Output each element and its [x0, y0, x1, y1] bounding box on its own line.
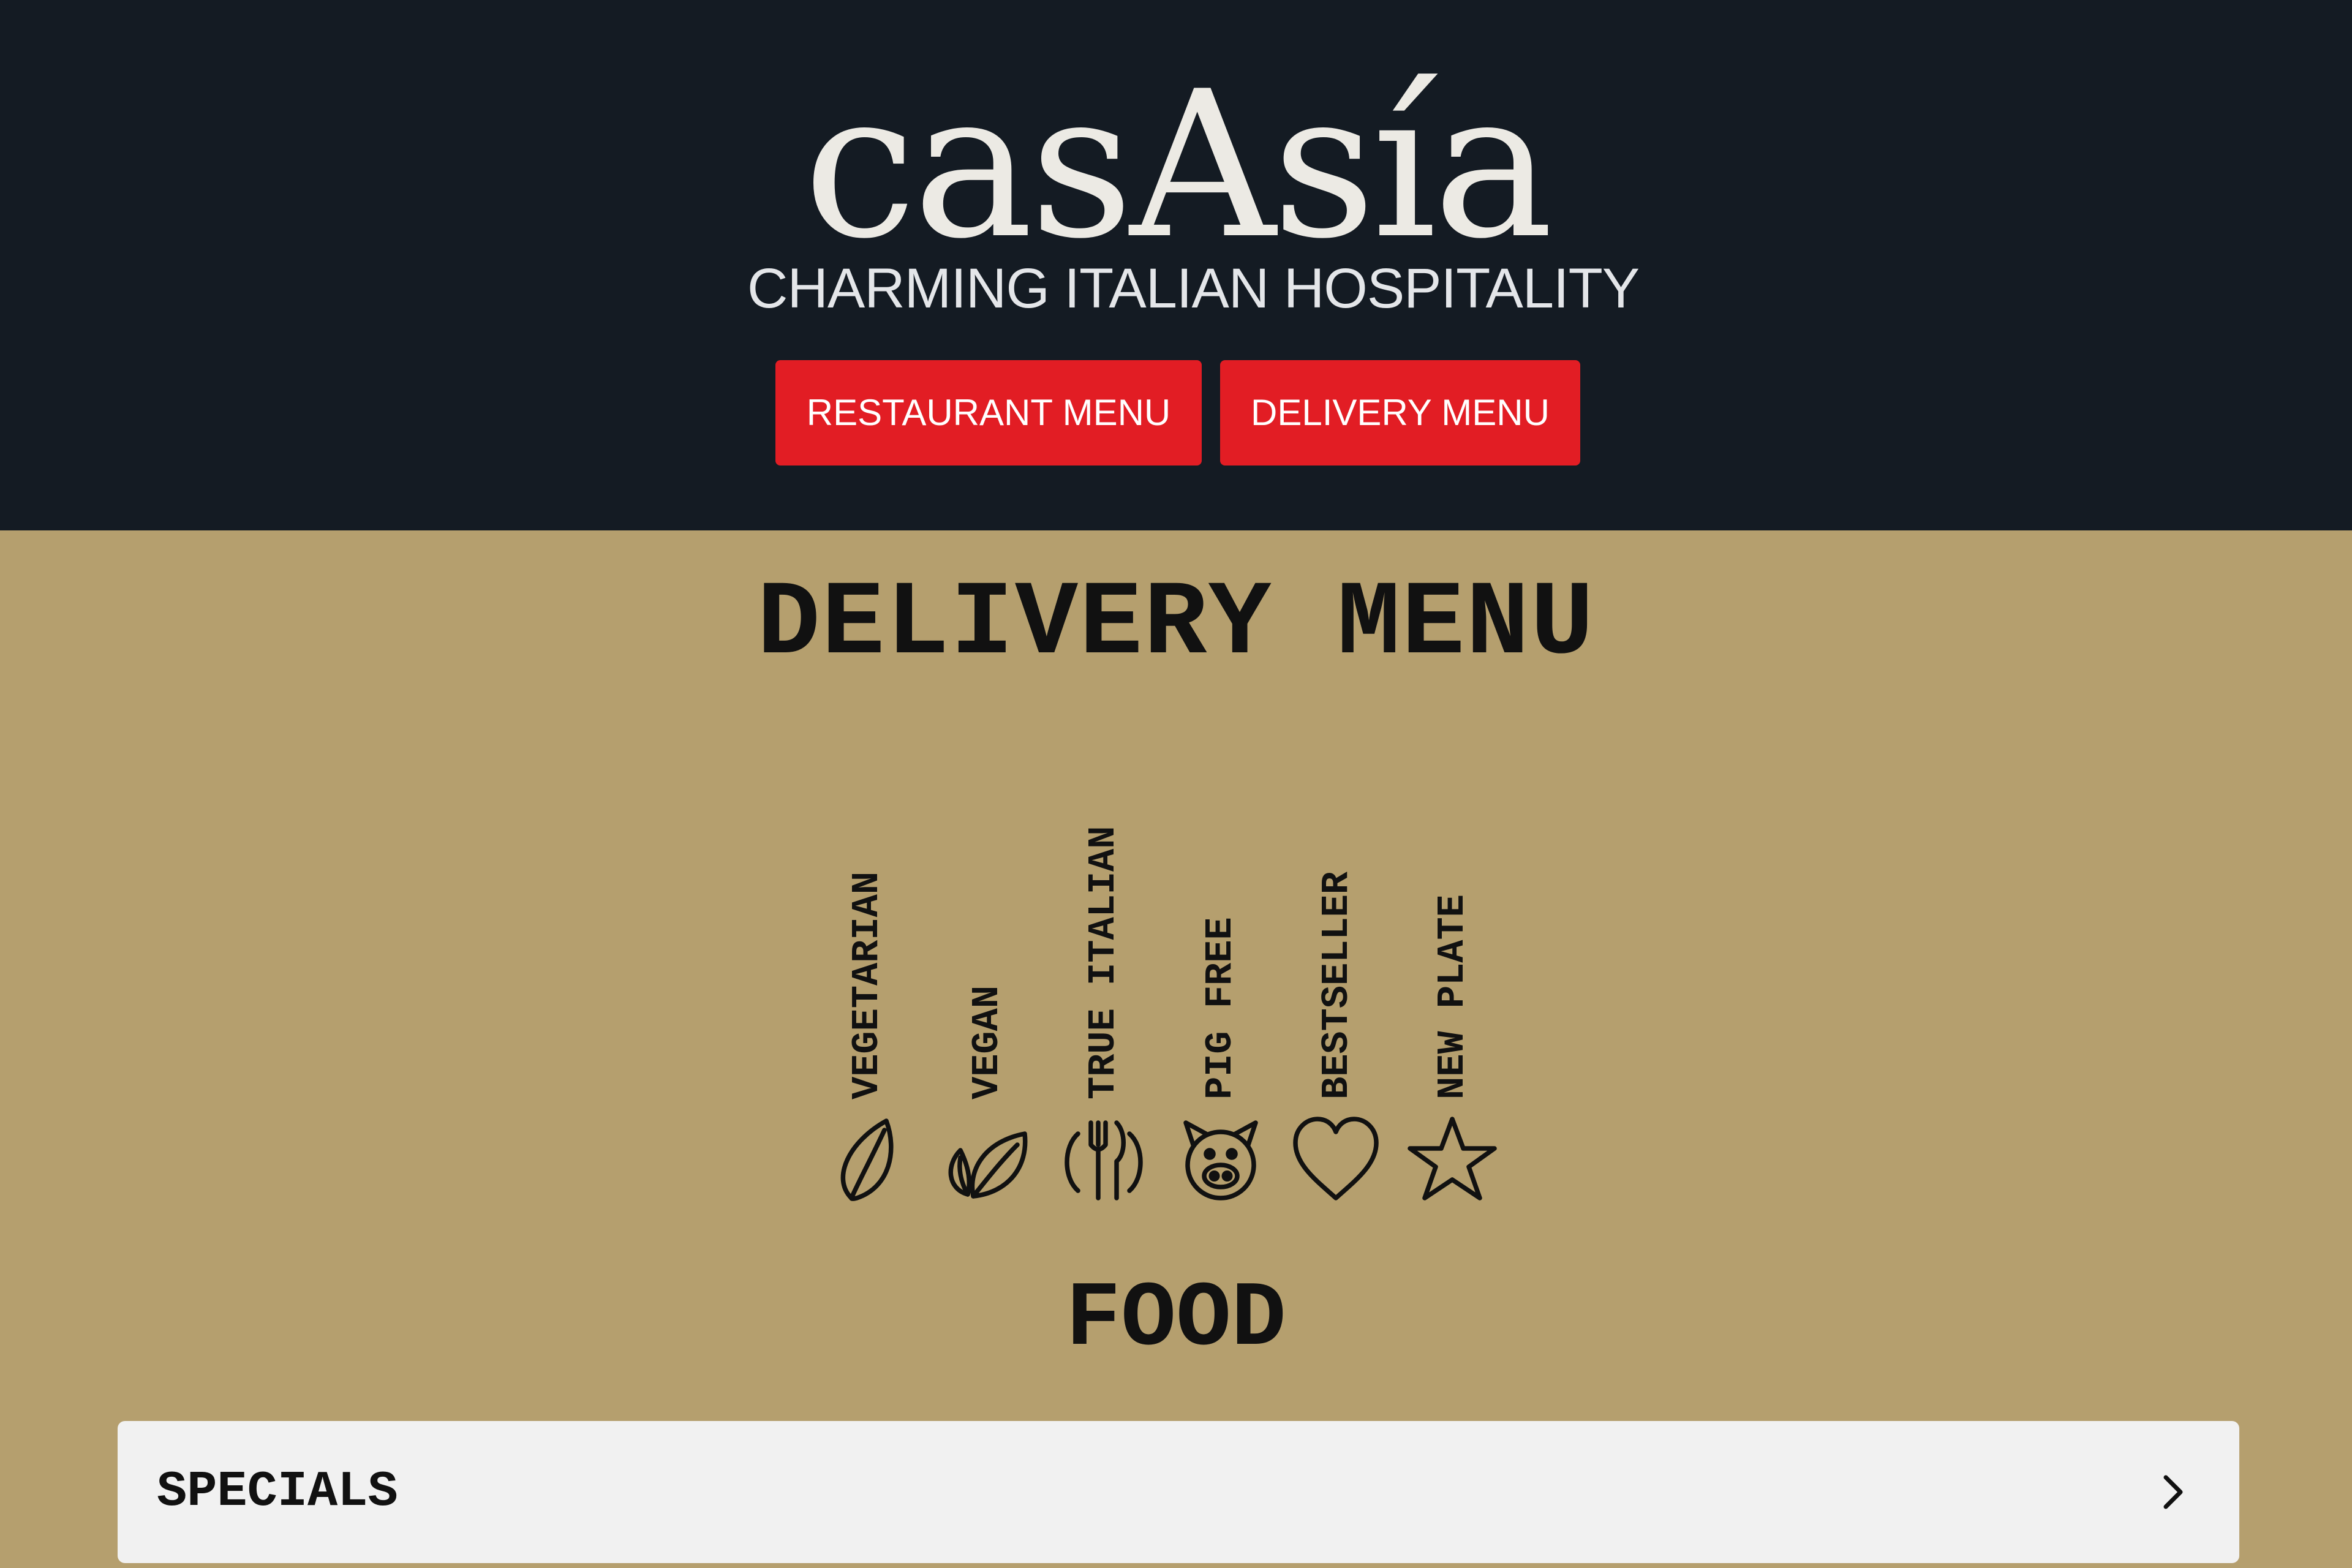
- legend-label-vegan: VEGAN: [965, 985, 1009, 1099]
- legend-label-true-italian: TRUE ITALIAN: [1082, 826, 1125, 1099]
- page-title: DELIVERY MENU: [757, 565, 1595, 684]
- specials-accordion[interactable]: SPECIALS: [118, 1421, 2239, 1563]
- specials-label: SPECIALS: [157, 1463, 398, 1520]
- pig-icon: [1175, 1114, 1267, 1205]
- heart-icon: [1290, 1114, 1382, 1205]
- legend-label-vegetarian: VEGETARIAN: [845, 871, 889, 1099]
- svg-text:casAsía: casAsía: [804, 48, 1550, 246]
- tagline: CHARMING ITALIAN HOSPITALITY: [747, 257, 1640, 320]
- delivery-menu-button[interactable]: DELIVERY MENU: [1220, 360, 1580, 466]
- casasia-logo[interactable]: casAsía: [751, 38, 1602, 246]
- fork-knife-icon: [1058, 1114, 1150, 1205]
- legend-label-pig-free: PIG FREE: [1199, 917, 1242, 1099]
- chevron-right-icon[interactable]: [2152, 1472, 2192, 1512]
- restaurant-menu-button[interactable]: RESTAURANT MENU: [775, 360, 1202, 466]
- star-icon: [1406, 1114, 1498, 1205]
- double-leaf-icon: [940, 1114, 1032, 1205]
- legend-label-new-plate: NEW PLATE: [1431, 894, 1474, 1099]
- legend-label-bestseller: BESTSELLER: [1315, 871, 1359, 1099]
- food-section-title: FOOD: [1065, 1268, 1287, 1372]
- leaf-icon: [824, 1114, 916, 1205]
- site-header: casAsía CHARMING ITALIAN HOSPITALITY RES…: [0, 0, 2352, 530]
